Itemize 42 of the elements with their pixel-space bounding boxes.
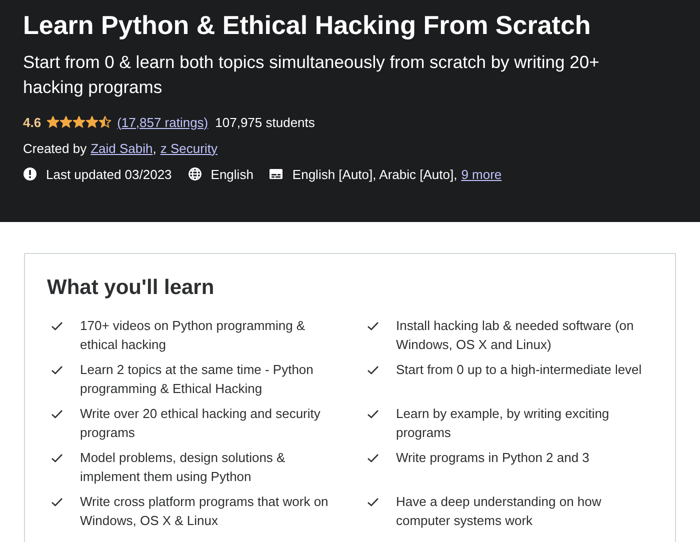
author-link[interactable]: Zaid Sabih [90,140,153,156]
created-by-label: Created by [23,140,87,156]
learning-outcome: Learn 2 topics at the same time - Python programming & Ethical Hacking [80,361,314,398]
rating-value: 4.6 [23,114,42,130]
check-icon [51,365,63,375]
star-icon [86,116,98,128]
students-count: 107,975 students [215,114,315,130]
course-subtitle: Start from 0 & learn both topics simultaneously from scratch by writing 20+ hacking programs [23,51,600,99]
check-icon [367,497,379,507]
learning-outcome: Have a deep understanding on how computer systems work [396,493,602,530]
author-link[interactable]: z Security [160,140,218,156]
last-updated: Last updated 03/2023 [46,166,172,182]
check-icon [367,409,379,419]
globe-icon [188,167,202,181]
separator: , [152,140,156,156]
learning-outcome: Install hacking lab & needed software (on Windows, OS X and Linux) [396,317,635,354]
captions-icon [269,168,284,180]
check-icon [51,409,63,419]
alert-icon [23,167,37,181]
learning-outcome: 170+ videos on Python programming & ethical hacking [80,317,306,354]
learning-outcome: Write over 20 ethical hacking and security programs [80,405,322,442]
more-captions-link[interactable]: 9 more [461,166,502,182]
ratings-link[interactable]: (17,857 ratings) [117,114,208,130]
check-icon [51,453,63,463]
check-icon [51,497,63,507]
star-icon [73,116,86,128]
learning-outcome: Start from 0 up to a high-intermediate level [396,361,643,379]
section-title: What you'll learn [47,276,216,300]
star-icon [60,116,72,128]
star-icon [99,116,112,128]
check-icon [367,365,379,375]
learning-outcome: Write programs in Python 2 and 3 [396,449,590,467]
captions-languages: English [Auto], Arabic [Auto], [292,166,458,182]
course-title: Learn Python & Ethical Hacking From Scratch [23,9,592,42]
learning-outcome: Write cross platform programs that work on Windows, OS X & Linux [80,493,330,530]
learning-outcome: Learn by example, by writing exciting programs [396,405,610,442]
check-icon [367,321,379,331]
language: English [210,166,254,182]
learning-outcome: Model problems, design solutions & implement them using Python [80,449,286,486]
star-icon [47,116,60,128]
check-icon [51,321,63,331]
check-icon [367,453,379,463]
